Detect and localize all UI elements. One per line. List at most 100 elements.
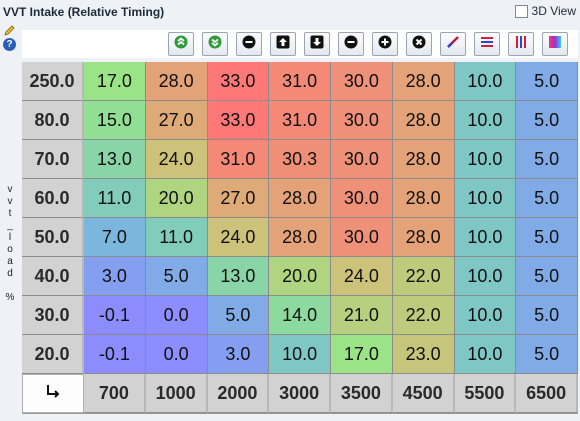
table-cell[interactable]: 10.0 [454,335,517,374]
table-cell[interactable]: 5.0 [516,101,578,140]
table-cell[interactable]: 13.0 [84,140,146,179]
view-3d-toggle[interactable]: 3D View [514,4,576,18]
help-icon[interactable]: ? [3,38,16,51]
table-cell[interactable]: 5.0 [145,257,208,296]
table-cell[interactable]: 13.0 [207,257,270,296]
table-cell[interactable]: 10.0 [454,101,517,140]
add-button[interactable] [372,32,398,56]
table-cell[interactable]: 33.0 [207,62,270,101]
shift-down-button[interactable] [304,32,330,56]
table-cell[interactable]: 28.0 [269,218,331,257]
table-cell[interactable]: 5.0 [516,296,578,335]
x-axis-cell[interactable]: 5500 [454,374,517,413]
view-3d-checkbox[interactable] [514,4,528,18]
horizontal-smooth-button[interactable] [474,32,500,56]
table-cell[interactable]: 0.0 [145,296,208,335]
view-3d-label[interactable]: 3D View [532,4,576,18]
table-cell[interactable]: 33.0 [207,101,270,140]
table-cell[interactable]: 10.0 [454,296,517,335]
table-cell[interactable]: 5.0 [516,179,578,218]
y-axis-cell[interactable]: 30.0 [22,296,84,335]
table-cell[interactable]: 27.0 [207,179,270,218]
table-cell[interactable]: 24.0 [145,140,208,179]
table-cell[interactable]: 23.0 [392,335,455,374]
table-cell[interactable]: 28.0 [392,140,455,179]
y-axis-cell[interactable]: 250.0 [22,62,84,101]
x-axis-cell[interactable]: 3500 [331,374,393,413]
table-cell[interactable]: 5.0 [516,218,578,257]
y-axis-cell[interactable]: 70.0 [22,140,84,179]
table-cell[interactable]: 24.0 [331,257,393,296]
x-axis-cell[interactable]: 6500 [516,374,578,413]
table-cell[interactable]: 28.0 [145,62,208,101]
edit-icon[interactable] [3,24,16,37]
table-cell[interactable]: 11.0 [84,179,146,218]
vertical-smooth-button[interactable] [508,32,534,56]
y-axis-cell[interactable]: 50.0 [22,218,84,257]
x-axis-cell[interactable]: 4500 [392,374,455,413]
y-axis-label-char: a [7,256,13,267]
y-axis-cell[interactable]: 80.0 [22,101,84,140]
table-cell[interactable]: 31.0 [269,101,331,140]
table-cell[interactable]: 0.0 [145,335,208,374]
table-cell[interactable]: 30.0 [331,62,393,101]
table-cell[interactable]: 30.0 [331,101,393,140]
table-cell[interactable]: 15.0 [84,101,146,140]
table-cell[interactable]: 20.0 [269,257,331,296]
table-cell[interactable]: 20.0 [145,179,208,218]
table-cell[interactable]: 22.0 [392,296,455,335]
table-cell[interactable]: 31.0 [269,62,331,101]
table-cell[interactable]: 24.0 [207,218,270,257]
increment-button[interactable] [202,32,228,56]
table-cell[interactable]: 10.0 [269,335,331,374]
table-cell[interactable]: 10.0 [454,62,517,101]
table-cell[interactable]: 5.0 [516,62,578,101]
table-cell[interactable]: 17.0 [331,335,393,374]
table-cell[interactable]: 3.0 [207,335,270,374]
y-axis-cell[interactable]: 40.0 [22,257,84,296]
table-cell[interactable]: 30.0 [331,218,393,257]
x-axis-cell[interactable]: 2000 [207,374,270,413]
x-axis-cell[interactable]: 1000 [145,374,208,413]
table-cell[interactable]: -0.1 [84,296,146,335]
table-cell[interactable]: 14.0 [269,296,331,335]
table-cell[interactable]: 10.0 [454,140,517,179]
table-cell[interactable]: 30.0 [331,140,393,179]
table-toolbar [22,30,578,58]
clear-button[interactable] [406,32,432,56]
axis-swap-button[interactable] [22,374,84,413]
table-cell[interactable]: 28.0 [392,218,455,257]
table-cell[interactable]: 5.0 [516,257,578,296]
subtract-button[interactable] [338,32,364,56]
table-cell[interactable]: 28.0 [392,101,455,140]
table-cell[interactable]: 22.0 [392,257,455,296]
table-cell[interactable]: 3.0 [84,257,146,296]
table-cell[interactable]: 27.0 [145,101,208,140]
decrement-button[interactable] [168,32,194,56]
table-cell[interactable]: 5.0 [516,140,578,179]
table-cell[interactable]: 17.0 [84,62,146,101]
table-cell[interactable]: -0.1 [84,335,146,374]
y-axis-cell[interactable]: 20.0 [22,335,84,374]
table-cell[interactable]: 11.0 [145,218,208,257]
table-cell[interactable]: 28.0 [392,62,455,101]
minus-button[interactable] [236,32,262,56]
table-cell[interactable]: 7.0 [84,218,146,257]
table-cell[interactable]: 5.0 [516,335,578,374]
x-axis-cell[interactable]: 700 [84,374,146,413]
table-cell[interactable]: 21.0 [331,296,393,335]
table-cell[interactable]: 28.0 [392,179,455,218]
table-cell[interactable]: 10.0 [454,257,517,296]
table-cell[interactable]: 31.0 [207,140,270,179]
shift-up-button[interactable] [270,32,296,56]
table-cell[interactable]: 10.0 [454,179,517,218]
y-axis-cell[interactable]: 60.0 [22,179,84,218]
table-cell[interactable]: 5.0 [207,296,270,335]
interpolate-button[interactable] [440,32,466,56]
table-cell[interactable]: 28.0 [269,179,331,218]
x-axis-cell[interactable]: 3000 [269,374,331,413]
table-cell[interactable]: 10.0 [454,218,517,257]
color-scale-button[interactable] [542,32,568,56]
table-cell[interactable]: 30.0 [331,179,393,218]
table-cell[interactable]: 30.3 [269,140,331,179]
